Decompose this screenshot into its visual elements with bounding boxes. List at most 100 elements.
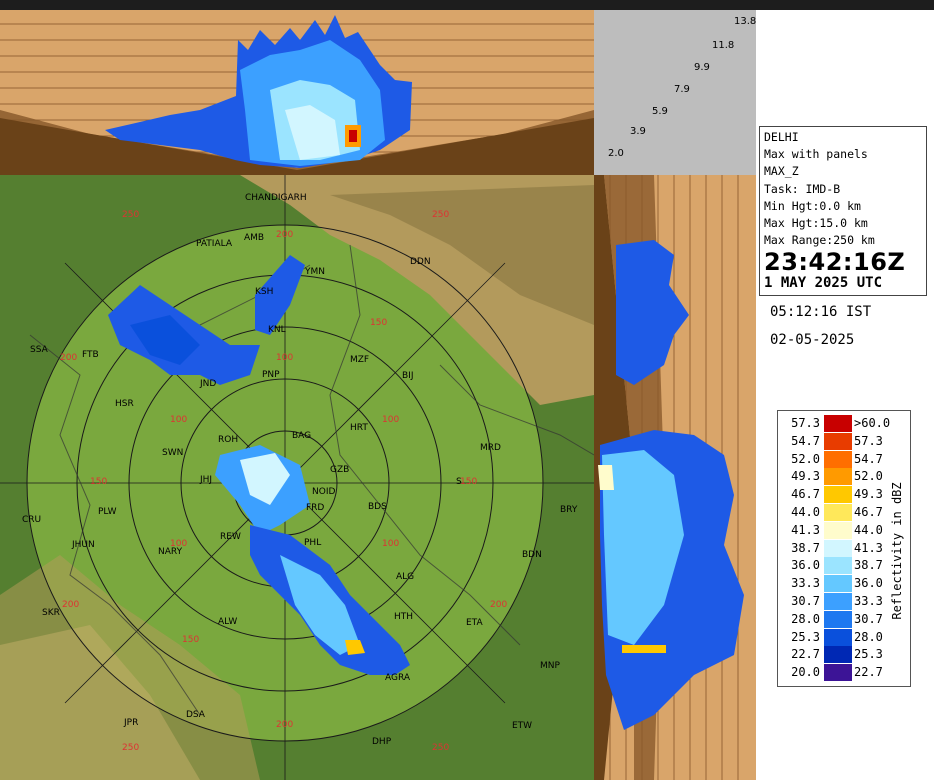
city-label: KNL [268, 325, 286, 335]
legend-low-value: 46.7 [791, 487, 820, 502]
max-height: Max Hgt:15.0 km [764, 216, 868, 231]
city-label: DSA [186, 710, 205, 720]
legend-swatch [824, 575, 852, 593]
legend-low-value: 28.0 [791, 611, 820, 626]
product-name: Max with panels [764, 147, 868, 162]
east-west-cross-section [594, 175, 756, 780]
city-label: JHUN [72, 540, 95, 550]
legend-swatch [824, 646, 852, 664]
city-label: PNP [262, 370, 280, 380]
local-date: 02-05-2025 [770, 332, 855, 348]
city-label: ETA [466, 618, 483, 628]
legend-low-value: 44.0 [791, 505, 820, 519]
height-scale-panel: 13.8 11.8 9.9 7.9 5.9 3.9 2.0 [594, 10, 756, 175]
station-name: DELHI [764, 130, 799, 144]
range-label: 200 [276, 230, 294, 240]
city-label: ALG [396, 572, 415, 582]
legend-swatch [824, 432, 852, 450]
height-tick: 3.9 [630, 126, 646, 137]
height-tick: 11.8 [712, 40, 735, 51]
legend-swatch [824, 539, 852, 557]
task-name: Task: IMD-B [764, 181, 841, 196]
city-label: MZF [350, 355, 370, 365]
legend-low-value: 54.7 [791, 433, 820, 448]
min-height: Min Hgt:0.0 km [764, 198, 861, 213]
utc-time: 23:42:16Z [764, 248, 906, 277]
legend-low-value: 33.3 [791, 576, 820, 591]
city-label: JPR [124, 718, 139, 728]
legend-low-value: 41.3 [791, 522, 820, 537]
city-label: NARY [158, 547, 183, 557]
city-label: JHJ [200, 475, 213, 485]
reflectivity-legend: 57.3 >60.0 54.7 57.3 52.0 54.7 49.3 52.0 46.7 49.… [777, 410, 911, 687]
legend-swatch [824, 521, 852, 539]
legend-swatch [824, 610, 852, 628]
range-label: 250 [122, 210, 140, 220]
range-label: 250 [432, 743, 450, 753]
utc-date: 1 MAY 2025 UTC [764, 275, 883, 292]
range-label: 200 [276, 720, 294, 730]
city-label: HTH [394, 612, 414, 622]
city-label: MNP [540, 661, 560, 671]
legend-swatch [824, 450, 852, 468]
legend-low-value: 22.7 [791, 647, 820, 662]
height-tick: 5.9 [652, 106, 668, 117]
range-label: 200 [60, 353, 78, 363]
city-label: PHL [304, 538, 322, 548]
cross-section-plot-vertical [594, 175, 744, 780]
legend-swatch [824, 415, 852, 432]
north-south-cross-section [0, 10, 594, 175]
legend-low-value: 57.3 [791, 416, 820, 430]
legend-low-value: 52.0 [791, 451, 820, 466]
radar-map: 250 250 200 150 200 100 100 100 150 150 … [0, 175, 594, 780]
range-label: 100 [170, 415, 188, 425]
height-tick: 2.0 [608, 148, 624, 159]
legend-title: Reflectivity in dBZ [890, 482, 904, 619]
height-tick: 7.9 [674, 84, 690, 95]
city-label: CRU [22, 515, 42, 525]
city-label: DDN [410, 257, 431, 267]
range-label: 150 [460, 477, 478, 487]
legend-low-value: 30.7 [791, 594, 820, 608]
legend-low-value: 36.0 [791, 558, 820, 573]
range-label: 100 [382, 539, 400, 549]
city-label: HSR [115, 399, 134, 409]
height-tick: 13.8 [734, 16, 757, 27]
legend-swatch [824, 664, 852, 682]
city-label: ROH [218, 435, 239, 445]
range-label: 150 [370, 318, 388, 328]
radar-info-box: DELHI Max with panels MAX_Z Task: IMD-B … [759, 126, 927, 296]
city-label: CHANDIGARH [245, 193, 307, 203]
city-label: BAG [292, 431, 312, 441]
legend-low-value: 38.7 [791, 540, 820, 555]
city-label: FRD [306, 503, 325, 513]
city-label: KSH [255, 287, 274, 297]
range-label: 200 [62, 600, 80, 610]
city-label: ALW [218, 617, 238, 627]
legend-low-value: 25.3 [791, 629, 820, 644]
range-label: 150 [182, 635, 200, 645]
legend-swatch [824, 486, 852, 504]
range-label: 100 [382, 415, 400, 425]
top-bar [0, 0, 934, 10]
city-label: ETW [512, 721, 533, 731]
city-label: FTB [82, 350, 99, 360]
legend-low-value: 20.0 [791, 665, 820, 680]
legend-low-value: 49.3 [791, 469, 820, 484]
cross-section-plot [0, 15, 594, 175]
range-label: 200 [490, 600, 508, 610]
city-label: SKR [42, 608, 60, 618]
city-label: NOID [312, 487, 336, 497]
city-label: JND [200, 379, 217, 389]
range-label: 150 [90, 477, 108, 487]
ist-time: 05:12:16 IST [770, 304, 872, 320]
legend-title-svg: Reflectivity in dBZ [890, 482, 904, 619]
city-label: SWN [162, 448, 184, 458]
legend-swatch [824, 468, 852, 486]
legend-swatch [824, 593, 852, 610]
city-label: DHP [372, 737, 392, 747]
city-label: BDS [368, 502, 387, 512]
city-label: BDN [522, 550, 542, 560]
range-label: 250 [122, 743, 140, 753]
field-name: MAX_Z [764, 164, 799, 179]
